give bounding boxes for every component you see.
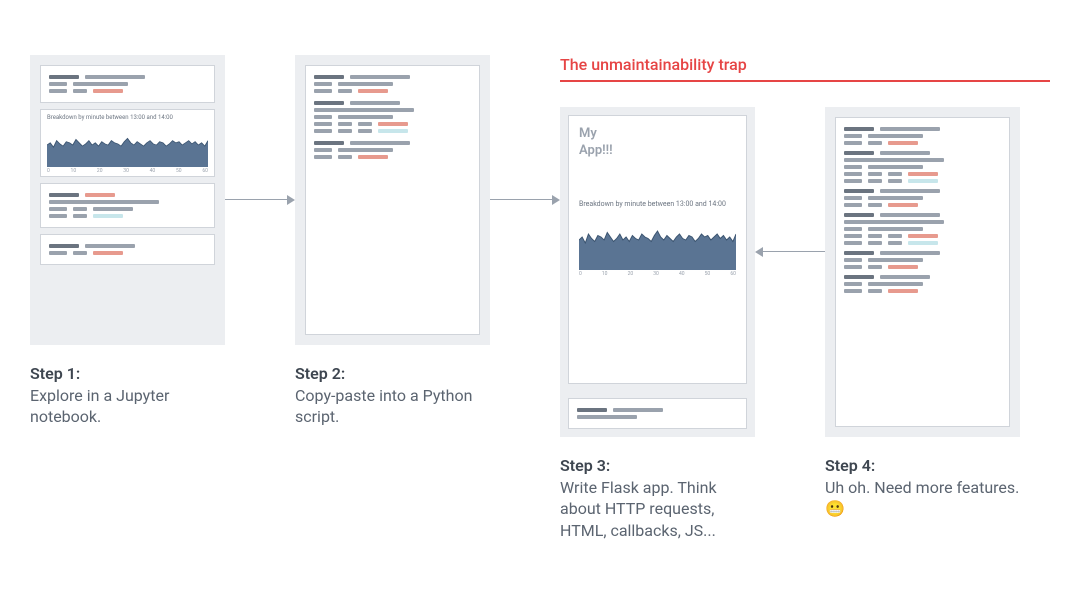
arrow-right-icon — [490, 195, 560, 205]
arrow-right-icon — [225, 195, 295, 205]
chart-title: Breakdown by minute between 13:00 and 14… — [47, 114, 208, 121]
code-cell — [40, 183, 215, 228]
chart-cell: Breakdown by minute between 13:00 and 14… — [40, 109, 215, 177]
arrow-left-icon — [755, 247, 825, 257]
step-4-column: Step 4: Uh oh. Need more features.😬 — [825, 107, 1020, 520]
step-desc: Copy-paste into a Python script. — [295, 386, 472, 427]
script-cell — [305, 65, 480, 335]
step-label: Step 1: — [30, 364, 80, 383]
step-3-caption: Step 3: Write Flask app. Think about HTT… — [560, 455, 755, 541]
step-desc: Write Flask app. Think about HTTP reques… — [560, 478, 717, 540]
step-1-column: Breakdown by minute between 13:00 and 14… — [30, 55, 225, 428]
step-desc: Explore in a Jupyter notebook. — [30, 386, 169, 427]
step-2-column: Step 2: Copy-paste into a Python script. — [295, 55, 490, 428]
script-cell — [835, 117, 1010, 427]
chart-xticks: 0102030405060 — [47, 168, 208, 174]
step-desc: Uh oh. Need more features.😬 — [825, 478, 1019, 519]
step-1-caption: Step 1: Explore in a Jupyter notebook. — [30, 363, 225, 428]
app-title: MyApp!!! — [579, 126, 736, 160]
step-2-caption: Step 2: Copy-paste into a Python script. — [295, 363, 490, 428]
code-cell — [40, 65, 215, 103]
workflow-diagram: Breakdown by minute between 13:00 and 14… — [30, 55, 1050, 541]
chart-title: Breakdown by minute between 13:00 and 14… — [579, 200, 736, 208]
arrow — [490, 55, 560, 345]
step-label: Step 3: — [560, 456, 610, 475]
app-chart: Breakdown by minute between 13:00 and 14… — [579, 200, 736, 277]
area-chart-icon — [579, 210, 736, 270]
step-label: Step 2: — [295, 364, 345, 383]
arrow — [225, 55, 295, 345]
step-3-column: MyApp!!! Breakdown by minute between 13:… — [560, 107, 755, 541]
script-panel — [295, 55, 490, 345]
chart-xticks: 0102030405060 — [579, 271, 736, 277]
jupyter-panel: Breakdown by minute between 13:00 and 14… — [30, 55, 225, 345]
long-script-panel — [825, 107, 1020, 437]
output-cell — [568, 398, 747, 429]
arrow — [755, 107, 825, 397]
step-4-caption: Step 4: Uh oh. Need more features.😬 — [825, 455, 1020, 520]
flask-app-panel: MyApp!!! Breakdown by minute between 13:… — [560, 107, 755, 437]
app-window: MyApp!!! Breakdown by minute between 13:… — [568, 115, 747, 384]
code-cell — [40, 234, 215, 265]
step-label: Step 4: — [825, 456, 875, 475]
area-chart-icon — [47, 123, 208, 167]
